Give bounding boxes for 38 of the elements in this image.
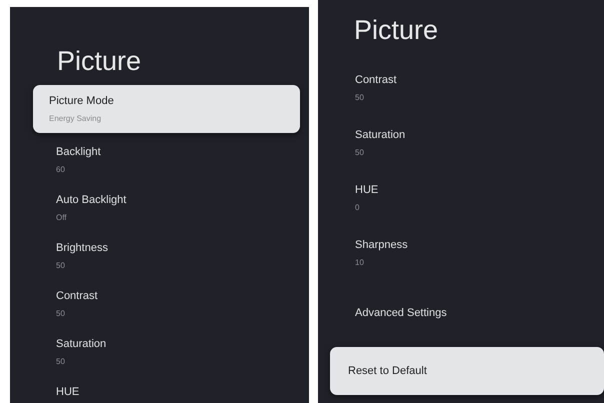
menu-item[interactable]: HUE 0	[318, 179, 604, 217]
menu-item[interactable]: Picture Mode Energy Saving	[33, 85, 300, 133]
item-value: Off	[56, 213, 67, 223]
menu-item[interactable]: HUE	[10, 381, 309, 403]
menu-item[interactable]: Saturation 50	[318, 124, 604, 162]
item-value: Energy Saving	[49, 114, 102, 124]
menu-item[interactable]: Brightness 50	[10, 237, 309, 275]
item-label: Sharpness	[355, 238, 408, 252]
item-label: Advanced Settings	[355, 306, 447, 320]
item-label: Reset to Default	[348, 364, 427, 378]
menu-item[interactable]: Reset to Default	[330, 347, 604, 395]
menu-item[interactable]: Auto Backlight Off	[10, 189, 309, 227]
menu-item[interactable]: Sharpness 10	[318, 234, 604, 272]
item-label: Contrast	[56, 289, 98, 303]
item-value: 60	[56, 165, 65, 175]
item-label: HUE	[56, 385, 80, 399]
menu-item[interactable]: Contrast 50	[10, 285, 309, 323]
item-label: Picture Mode	[49, 94, 114, 108]
menu-item[interactable]: Advanced Settings	[318, 285, 604, 324]
menu-item[interactable]: Saturation 50	[10, 333, 309, 371]
panel-title: Picture	[354, 14, 438, 47]
item-label: Contrast	[355, 73, 397, 87]
item-value: 50	[56, 261, 65, 271]
item-label: Saturation	[355, 128, 406, 142]
menu-item[interactable]: Backlight 60	[10, 141, 309, 179]
item-value: 50	[56, 309, 65, 319]
item-label: Brightness	[56, 241, 108, 255]
item-value: 0	[355, 203, 360, 213]
item-value: 10	[355, 258, 364, 268]
menu-item[interactable]: Contrast 50	[318, 69, 604, 107]
panel-title: Picture	[57, 45, 142, 78]
item-value: 50	[56, 357, 65, 367]
item-value: 50	[355, 148, 364, 158]
item-label: HUE	[355, 183, 378, 197]
item-label: Auto Backlight	[56, 193, 126, 207]
item-value: 50	[355, 93, 364, 103]
item-label: Backlight	[56, 145, 101, 159]
item-label: Saturation	[56, 337, 106, 351]
